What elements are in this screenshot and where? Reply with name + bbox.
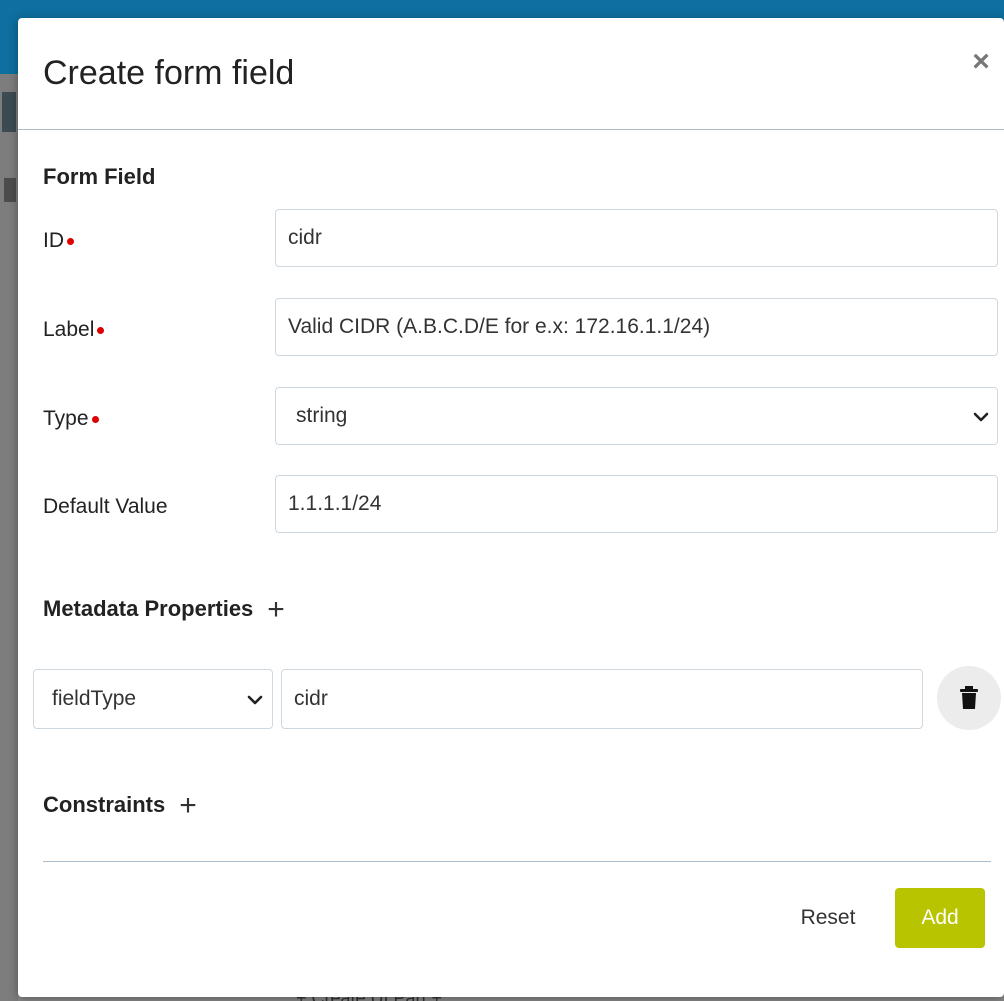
- id-label-text: ID: [43, 229, 64, 252]
- chevron-down-icon: [247, 695, 263, 705]
- form-field-section-title: Form Field: [43, 164, 156, 189]
- required-indicator: [91, 416, 99, 423]
- footer-divider: [43, 861, 991, 862]
- default-value-label: Default Value: [43, 495, 168, 518]
- background-tab: [2, 92, 16, 132]
- trash-icon: [960, 686, 978, 709]
- close-button[interactable]: ×: [963, 44, 999, 80]
- dialog-header: Create form field ×: [18, 18, 1004, 130]
- constraints-title: Constraints: [43, 792, 166, 817]
- chevron-down-icon: [973, 412, 989, 422]
- required-indicator: [67, 238, 74, 245]
- metadata-key-value: fieldType: [52, 687, 137, 710]
- constraints-header: Constraints +: [43, 791, 197, 821]
- label-input[interactable]: [275, 298, 998, 356]
- create-form-field-dialog: Create form field × Form Field ID Label …: [18, 18, 1004, 997]
- background-app: [0, 74, 18, 1001]
- id-label: ID: [43, 229, 74, 253]
- type-select[interactable]: string: [275, 387, 998, 445]
- label-label-text: Label: [43, 318, 95, 341]
- reset-button[interactable]: Reset: [778, 890, 878, 946]
- metadata-properties-header: Metadata Properties +: [43, 595, 285, 625]
- metadata-key-select[interactable]: fieldType: [33, 669, 273, 729]
- default-value-input[interactable]: [275, 475, 998, 533]
- add-constraint-icon[interactable]: +: [179, 791, 197, 821]
- type-select-value: string: [296, 404, 348, 427]
- required-indicator: [97, 327, 105, 334]
- type-label-text: Type: [43, 407, 89, 430]
- metadata-value-input[interactable]: [281, 669, 923, 729]
- delete-metadata-button[interactable]: [937, 666, 1001, 730]
- id-input[interactable]: [275, 209, 998, 267]
- background-icon: [4, 178, 16, 202]
- metadata-properties-title: Metadata Properties: [43, 596, 254, 621]
- label-label: Label: [43, 318, 105, 342]
- dialog-title: Create form field: [43, 54, 295, 92]
- type-label: Type: [43, 407, 99, 431]
- add-button[interactable]: Add: [895, 888, 985, 948]
- add-metadata-icon[interactable]: +: [267, 595, 285, 625]
